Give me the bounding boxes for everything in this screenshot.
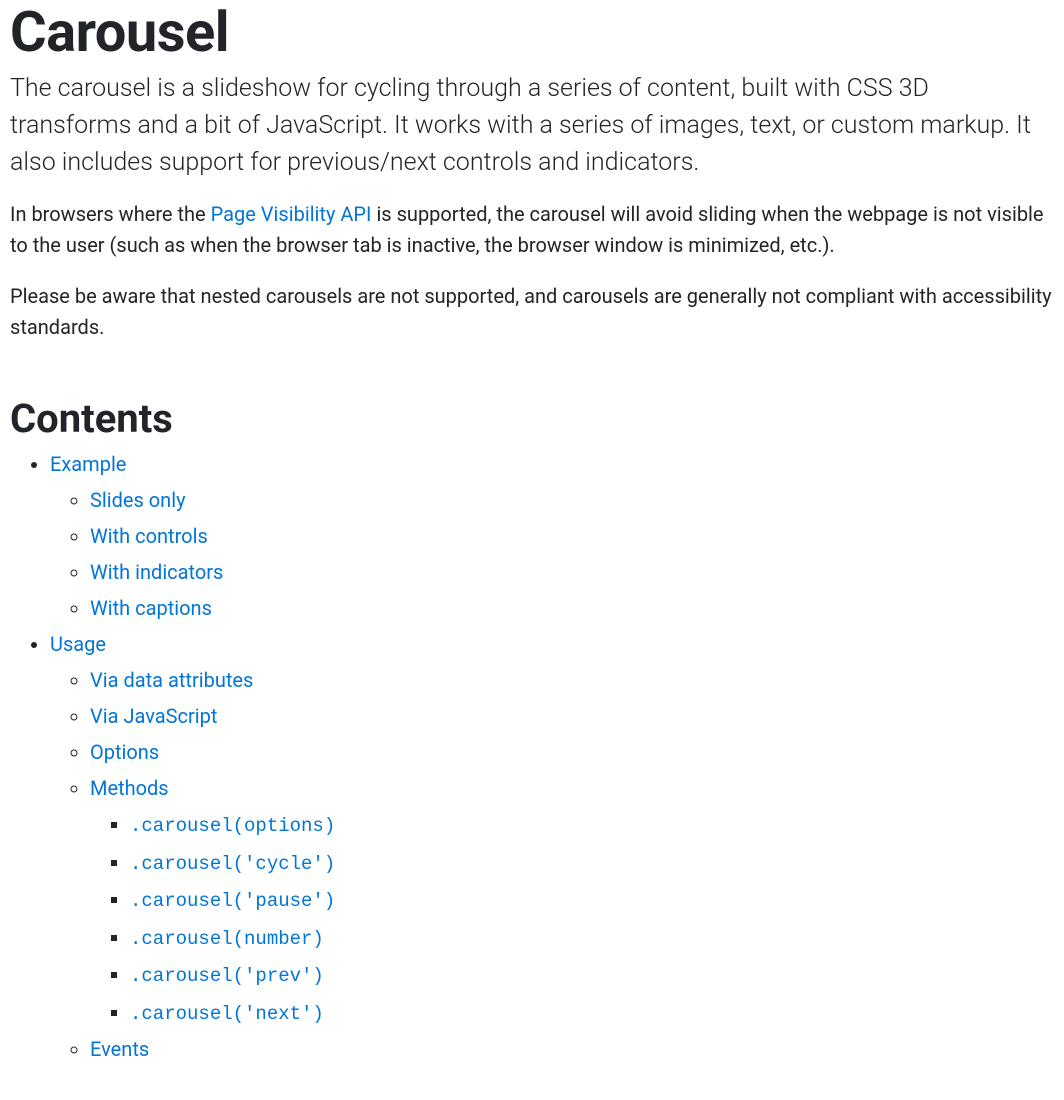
toc-link-method-options[interactable]: .carousel(options) [130, 812, 335, 836]
toc-link-with-captions[interactable]: With captions [90, 596, 212, 620]
toc-link-method-prev[interactable]: .carousel('prev') [130, 962, 324, 986]
paragraph-warning: Please be aware that nested carousels ar… [10, 281, 1054, 343]
toc-link-method-next[interactable]: .carousel('next') [130, 1000, 324, 1024]
toc-item: With captions [90, 593, 1054, 623]
toc-item: .carousel(number) [130, 922, 1054, 954]
toc-item: Via JavaScript [90, 701, 1054, 731]
toc-item: Via data attributes [90, 665, 1054, 695]
toc-link-method-number[interactable]: .carousel(number) [130, 925, 324, 949]
code-method: .carousel('prev') [130, 965, 324, 987]
toc-link-usage[interactable]: Usage [50, 632, 106, 656]
page-visibility-api-link[interactable]: Page Visibility API [211, 202, 372, 226]
toc-item: .carousel('cycle') [130, 847, 1054, 879]
toc-item-example: Example Slides only With controls With i… [50, 449, 1054, 623]
lead-paragraph: The carousel is a slideshow for cycling … [10, 70, 1054, 181]
toc-item: .carousel('next') [130, 997, 1054, 1029]
toc-link-via-data-attributes[interactable]: Via data attributes [90, 668, 253, 692]
table-of-contents: Example Slides only With controls With i… [10, 449, 1054, 1064]
code-method: .carousel('cycle') [130, 853, 335, 875]
toc-item: With controls [90, 521, 1054, 551]
toc-item: Events [90, 1034, 1054, 1064]
contents-heading: Contents [10, 395, 1054, 443]
code-method: .carousel('pause') [130, 890, 335, 912]
toc-link-methods[interactable]: Methods [90, 776, 169, 800]
toc-item: .carousel('pause') [130, 884, 1054, 916]
toc-item: .carousel('prev') [130, 959, 1054, 991]
code-method: .carousel('next') [130, 1003, 324, 1025]
toc-item-usage: Usage Via data attributes Via JavaScript… [50, 629, 1054, 1064]
toc-link-slides-only[interactable]: Slides only [90, 488, 186, 512]
text-fragment: In browsers where the [10, 202, 211, 226]
toc-item: .carousel(options) [130, 809, 1054, 841]
toc-item: Methods .carousel(options) .carousel('cy… [90, 773, 1054, 1028]
toc-link-with-indicators[interactable]: With indicators [90, 560, 223, 584]
toc-link-method-pause[interactable]: .carousel('pause') [130, 887, 335, 911]
toc-item: Slides only [90, 485, 1054, 515]
toc-link-options[interactable]: Options [90, 740, 159, 764]
toc-link-with-controls[interactable]: With controls [90, 524, 208, 548]
toc-item: With indicators [90, 557, 1054, 587]
toc-link-method-cycle[interactable]: .carousel('cycle') [130, 850, 335, 874]
page-title: Carousel [10, 0, 1054, 64]
paragraph-visibility: In browsers where the Page Visibility AP… [10, 199, 1054, 261]
toc-link-example[interactable]: Example [50, 452, 126, 476]
code-method: .carousel(options) [130, 815, 335, 837]
toc-item: Options [90, 737, 1054, 767]
toc-link-via-javascript[interactable]: Via JavaScript [90, 704, 217, 728]
code-method: .carousel(number) [130, 928, 324, 950]
